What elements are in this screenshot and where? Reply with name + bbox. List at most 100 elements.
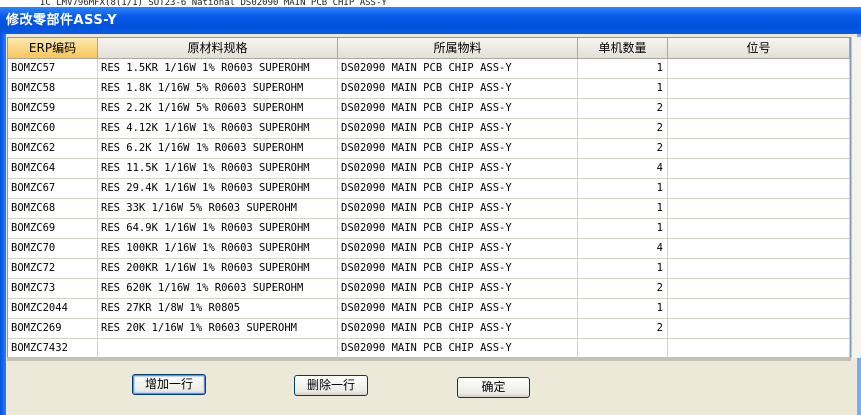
horizontal-scrollbar[interactable] [7, 357, 851, 361]
table-row[interactable]: BOMZC269 RES 20K 1/16W 1% R0603 SUPEROHM D… [8, 319, 850, 339]
cell-parent-item[interactable]: DS02090 MAIN PCB CHIP ASS-Y [338, 199, 578, 219]
table-row[interactable]: BOMZC7432 DS02090 MAIN PCB CHIP ASS-Y [8, 339, 850, 357]
delete-row-button[interactable]: 删除一行 [294, 375, 368, 396]
cell-parent-item[interactable]: DS02090 MAIN PCB CHIP ASS-Y [338, 159, 578, 179]
cell-unit-quantity[interactable]: 1 [578, 179, 668, 199]
table-row[interactable]: BOMZC69 RES 64.9K 1/16W 1% R0603 SUPEROHM… [8, 219, 850, 239]
cell-parent-item[interactable]: DS02090 MAIN PCB CHIP ASS-Y [338, 259, 578, 279]
cell-unit-quantity[interactable]: 1 [578, 299, 668, 319]
cell-position[interactable] [668, 179, 850, 199]
cell-material-spec[interactable]: RES 20K 1/16W 1% R0603 SUPEROHM [98, 319, 338, 339]
cell-position[interactable] [668, 219, 850, 239]
cell-erp-code[interactable]: BOMZC68 [8, 199, 98, 219]
cell-unit-quantity[interactable]: 4 [578, 159, 668, 179]
cell-erp-code[interactable]: BOMZC64 [8, 159, 98, 179]
cell-material-spec[interactable]: RES 11.5K 1/16W 1% R0603 SUPEROHM [98, 159, 338, 179]
cell-parent-item[interactable]: DS02090 MAIN PCB CHIP ASS-Y [338, 339, 578, 357]
cell-erp-code[interactable]: BOMZC58 [8, 79, 98, 99]
parts-grid[interactable]: ERP编码 原材料规格 所属物料 单机数量 位号 BOMZC57 RES 1.5K… [7, 37, 851, 358]
cell-unit-quantity[interactable]: 1 [578, 219, 668, 239]
cell-parent-item[interactable]: DS02090 MAIN PCB CHIP ASS-Y [338, 59, 578, 79]
table-row[interactable]: BOMZC67 RES 29.4K 1/16W 1% R0603 SUPEROHM… [8, 179, 850, 199]
cell-position[interactable] [668, 299, 850, 319]
cell-position[interactable] [668, 79, 850, 99]
cell-material-spec[interactable]: RES 1.8K 1/16W 5% R0603 SUPEROHM [98, 79, 338, 99]
cell-unit-quantity[interactable]: 1 [578, 199, 668, 219]
cell-erp-code[interactable]: BOMZC59 [8, 99, 98, 119]
cell-erp-code[interactable]: BOMZC269 [8, 319, 98, 339]
cell-position[interactable] [668, 339, 850, 357]
cell-material-spec[interactable]: RES 620K 1/16W 1% R0603 SUPEROHM [98, 279, 338, 299]
cell-unit-quantity[interactable]: 1 [578, 259, 668, 279]
ok-button[interactable]: 确定 [457, 377, 530, 398]
table-row[interactable]: BOMZC70 RES 100KR 1/16W 1% R0603 SUPEROHM… [8, 239, 850, 259]
table-row[interactable]: BOMZC68 RES 33K 1/16W 5% R0603 SUPEROHM DS… [8, 199, 850, 219]
cell-parent-item[interactable]: DS02090 MAIN PCB CHIP ASS-Y [338, 119, 578, 139]
cell-unit-quantity[interactable]: 2 [578, 139, 668, 159]
cell-parent-item[interactable]: DS02090 MAIN PCB CHIP ASS-Y [338, 179, 578, 199]
cell-material-spec[interactable] [98, 339, 338, 357]
cell-unit-quantity[interactable]: 4 [578, 239, 668, 259]
cell-erp-code[interactable]: BOMZC70 [8, 239, 98, 259]
cell-position[interactable] [668, 99, 850, 119]
cell-parent-item[interactable]: DS02090 MAIN PCB CHIP ASS-Y [338, 239, 578, 259]
table-row[interactable]: BOMZC57 RES 1.5KR 1/16W 1% R0603 SUPEROHM… [8, 59, 850, 79]
column-header-material-spec[interactable]: 原材料规格 [98, 38, 338, 58]
cell-material-spec[interactable]: RES 64.9K 1/16W 1% R0603 SUPEROHM [98, 219, 338, 239]
cell-erp-code[interactable]: BOMZC73 [8, 279, 98, 299]
cell-parent-item[interactable]: DS02090 MAIN PCB CHIP ASS-Y [338, 319, 578, 339]
cell-position[interactable] [668, 279, 850, 299]
window-titlebar[interactable]: 修改零部件ASS-Y [0, 7, 861, 34]
cell-material-spec[interactable]: RES 2.2K 1/16W 5% R0603 SUPEROHM [98, 99, 338, 119]
cell-unit-quantity[interactable]: 1 [578, 59, 668, 79]
cell-erp-code[interactable]: BOMZC67 [8, 179, 98, 199]
cell-position[interactable] [668, 59, 850, 79]
cell-parent-item[interactable]: DS02090 MAIN PCB CHIP ASS-Y [338, 279, 578, 299]
table-row[interactable]: BOMZC73 RES 620K 1/16W 1% R0603 SUPEROHM D… [8, 279, 850, 299]
cell-material-spec[interactable]: RES 200KR 1/16W 1% R0603 SUPEROHM [98, 259, 338, 279]
add-row-button[interactable]: 增加一行 [132, 374, 206, 395]
cell-material-spec[interactable]: RES 29.4K 1/16W 1% R0603 SUPEROHM [98, 179, 338, 199]
cell-position[interactable] [668, 199, 850, 219]
cell-unit-quantity[interactable] [578, 339, 668, 357]
cell-position[interactable] [668, 259, 850, 279]
cell-erp-code[interactable]: BOMZC60 [8, 119, 98, 139]
cell-unit-quantity[interactable]: 2 [578, 319, 668, 339]
table-row[interactable]: BOMZC59 RES 2.2K 1/16W 5% R0603 SUPEROHM D… [8, 99, 850, 119]
table-row[interactable]: BOMZC2044 RES 27KR 1/8W 1% R0805 DS02090 M… [8, 299, 850, 319]
table-row[interactable]: BOMZC58 RES 1.8K 1/16W 5% R0603 SUPEROHM D… [8, 79, 850, 99]
cell-position[interactable] [668, 159, 850, 179]
cell-position[interactable] [668, 139, 850, 159]
cell-unit-quantity[interactable]: 2 [578, 119, 668, 139]
cell-erp-code[interactable]: BOMZC62 [8, 139, 98, 159]
cell-erp-code[interactable]: BOMZC57 [8, 59, 98, 79]
cell-parent-item[interactable]: DS02090 MAIN PCB CHIP ASS-Y [338, 219, 578, 239]
table-row[interactable]: BOMZC72 RES 200KR 1/16W 1% R0603 SUPEROHM… [8, 259, 850, 279]
cell-parent-item[interactable]: DS02090 MAIN PCB CHIP ASS-Y [338, 99, 578, 119]
cell-parent-item[interactable]: DS02090 MAIN PCB CHIP ASS-Y [338, 139, 578, 159]
table-row[interactable]: BOMZC62 RES 6.2K 1/16W 1% R0603 SUPEROHM D… [8, 139, 850, 159]
column-header-parent-item[interactable]: 所属物料 [338, 38, 578, 58]
table-row[interactable]: BOMZC64 RES 11.5K 1/16W 1% R0603 SUPEROHM… [8, 159, 850, 179]
cell-erp-code[interactable]: BOMZC7432 [8, 339, 98, 357]
cell-unit-quantity[interactable]: 2 [578, 99, 668, 119]
cell-material-spec[interactable]: RES 4.12K 1/16W 1% R0603 SUPEROHM [98, 119, 338, 139]
cell-unit-quantity[interactable]: 1 [578, 79, 668, 99]
column-header-unit-quantity[interactable]: 单机数量 [578, 38, 668, 58]
cell-material-spec[interactable]: RES 33K 1/16W 5% R0603 SUPEROHM [98, 199, 338, 219]
column-header-erp-code[interactable]: ERP编码 [8, 38, 98, 58]
cell-unit-quantity[interactable]: 2 [578, 279, 668, 299]
cell-position[interactable] [668, 119, 850, 139]
cell-material-spec[interactable]: RES 100KR 1/16W 1% R0603 SUPEROHM [98, 239, 338, 259]
table-row[interactable]: BOMZC60 RES 4.12K 1/16W 1% R0603 SUPEROHM… [8, 119, 850, 139]
cell-erp-code[interactable]: BOMZC69 [8, 219, 98, 239]
cell-position[interactable] [668, 239, 850, 259]
cell-material-spec[interactable]: RES 6.2K 1/16W 1% R0603 SUPEROHM [98, 139, 338, 159]
cell-parent-item[interactable]: DS02090 MAIN PCB CHIP ASS-Y [338, 299, 578, 319]
cell-parent-item[interactable]: DS02090 MAIN PCB CHIP ASS-Y [338, 79, 578, 99]
vertical-scrollbar[interactable] [851, 37, 861, 358]
column-header-position[interactable]: 位号 [668, 38, 850, 58]
cell-erp-code[interactable]: BOMZC2044 [8, 299, 98, 319]
cell-material-spec[interactable]: RES 1.5KR 1/16W 1% R0603 SUPEROHM [98, 59, 338, 79]
cell-position[interactable] [668, 319, 850, 339]
